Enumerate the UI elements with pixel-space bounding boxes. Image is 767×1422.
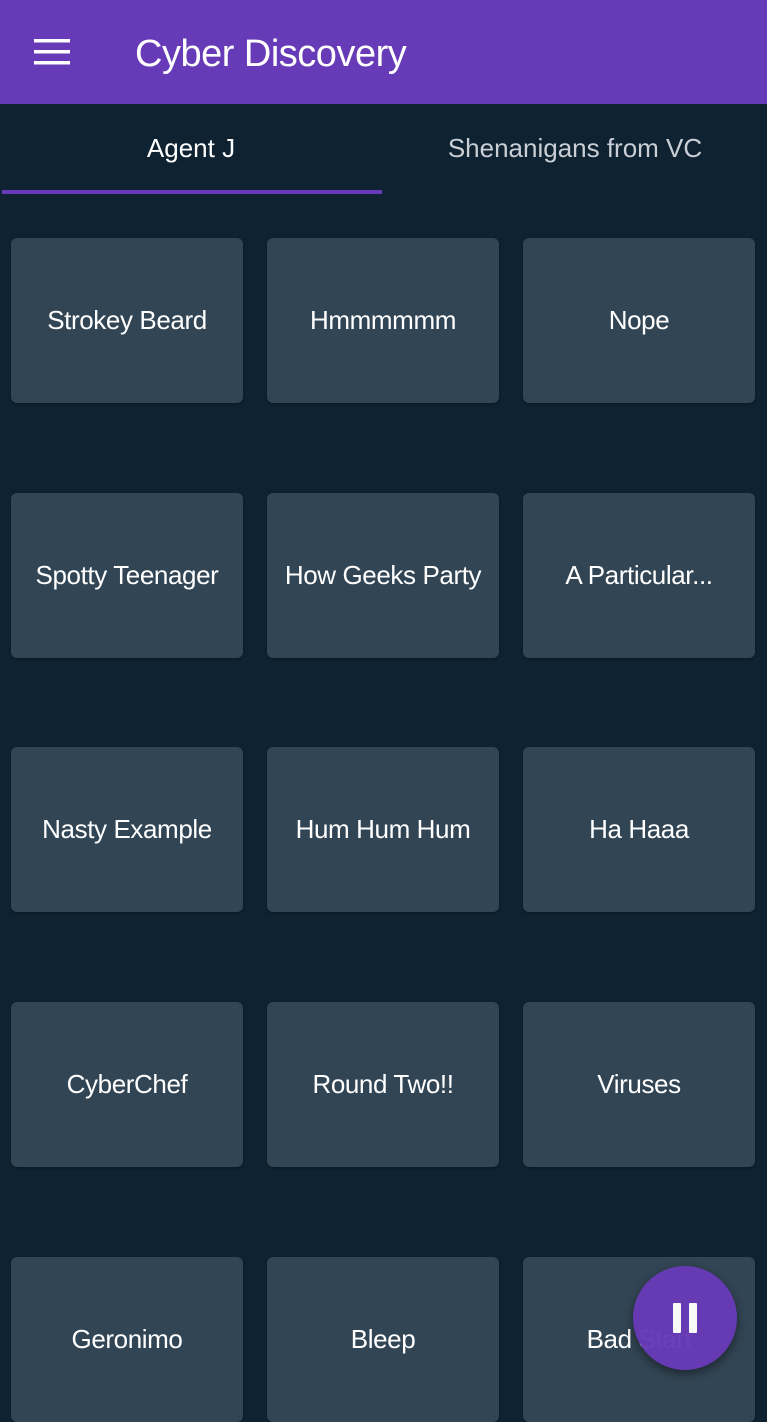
sound-tile-spotty-teenager[interactable]: Spotty Teenager	[11, 493, 243, 658]
sound-tile-ha-haaa[interactable]: Ha Haaa	[523, 747, 755, 912]
sound-tile-strokey-beard[interactable]: Strokey Beard	[11, 238, 243, 403]
tab-shenanigans-from-vc[interactable]: Shenanigans from VC	[384, 104, 766, 192]
pause-icon	[673, 1303, 697, 1333]
sound-tile-viruses[interactable]: Viruses	[523, 1002, 755, 1167]
sound-tile-nope[interactable]: Nope	[523, 238, 755, 403]
tab-selected-indicator	[2, 190, 382, 194]
sound-tile-round-two[interactable]: Round Two!!	[267, 1002, 499, 1167]
tab-agent-j[interactable]: Agent J	[0, 104, 382, 192]
app-title: Cyber Discovery	[135, 33, 407, 75]
sound-tile-how-geeks-party[interactable]: How Geeks Party	[267, 493, 499, 658]
sound-tile-hum-hum-hum[interactable]: Hum Hum Hum	[267, 747, 499, 912]
sound-tile-nasty-example[interactable]: Nasty Example	[11, 747, 243, 912]
tab-bar: Agent J Shenanigans from VC	[0, 104, 767, 196]
pause-fab[interactable]	[633, 1266, 737, 1370]
menu-button[interactable]	[22, 26, 82, 78]
sound-tile-hmmmmmm[interactable]: Hmmmmmm	[267, 238, 499, 403]
app-bar: Cyber Discovery	[0, 0, 767, 104]
menu-icon	[34, 39, 70, 65]
sound-tile-bleep[interactable]: Bleep	[267, 1257, 499, 1422]
sound-tile-a-particular[interactable]: A Particular...	[523, 493, 755, 658]
sound-tile-geronimo[interactable]: Geronimo	[11, 1257, 243, 1422]
sound-tile-cyberchef[interactable]: CyberChef	[11, 1002, 243, 1167]
